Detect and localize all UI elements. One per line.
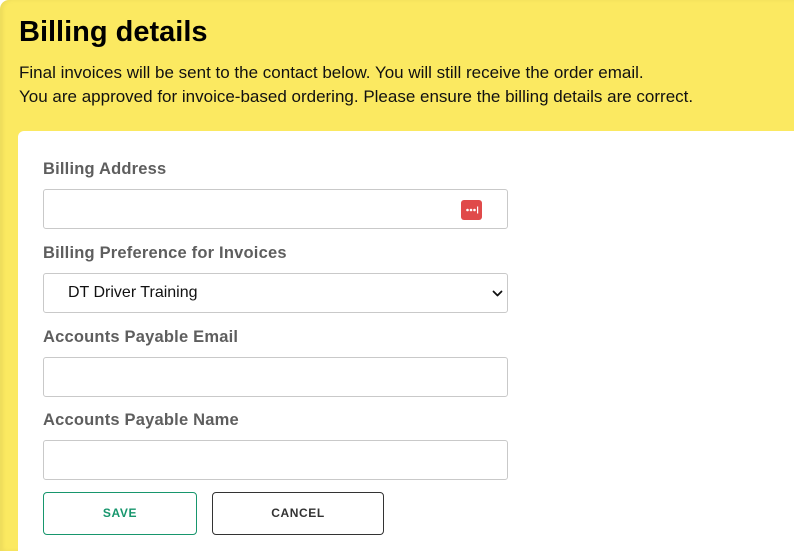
approval-info-text: You are approved for invoice-based order…	[19, 87, 694, 106]
billing-preference-selected: DT Driver Training	[68, 284, 198, 301]
chevron-down-icon	[492, 290, 503, 297]
ap-email-input[interactable]	[43, 357, 508, 397]
password-manager-icon[interactable]	[461, 200, 482, 220]
billing-preference-select[interactable]: DT Driver Training	[43, 273, 508, 313]
page-title: Billing details	[19, 16, 208, 48]
billing-preference-label: Billing Preference for Invoices	[43, 244, 287, 262]
ap-name-input[interactable]	[43, 440, 508, 480]
ap-name-label: Accounts Payable Name	[43, 411, 239, 429]
password-manager-dots-icon	[466, 206, 479, 214]
billing-form-card: Billing Address Billing Preference for I…	[18, 131, 794, 551]
billing-details-panel: Billing details Final invoices will be s…	[0, 0, 794, 551]
save-button[interactable]: SAVE	[43, 492, 197, 535]
cancel-button[interactable]: CANCEL	[212, 492, 384, 535]
ap-email-label: Accounts Payable Email	[43, 328, 239, 346]
billing-address-label: Billing Address	[43, 160, 167, 178]
invoice-info-text: Final invoices will be sent to the conta…	[19, 63, 644, 82]
billing-address-input[interactable]	[43, 189, 508, 229]
